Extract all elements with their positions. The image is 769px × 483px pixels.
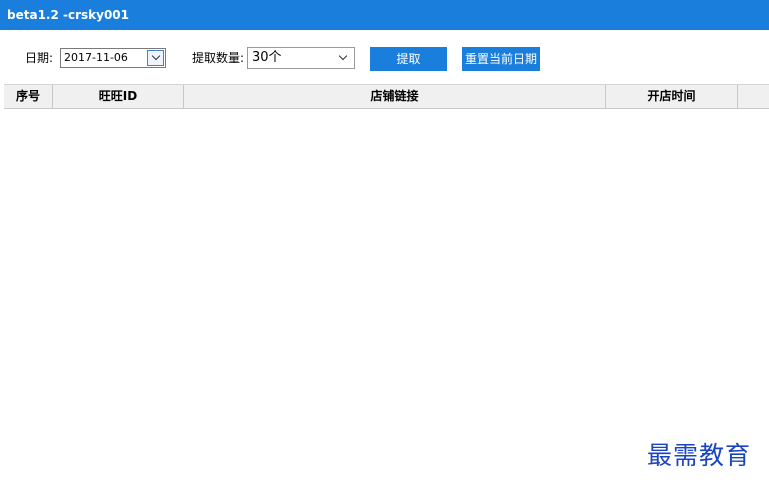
- app-window: beta1.2 -crsky001 日期: 2017-11-06 提取数量: 3…: [0, 0, 769, 483]
- column-header-open-time[interactable]: 开店时间: [606, 85, 738, 108]
- column-header-index[interactable]: 序号: [4, 85, 53, 108]
- chevron-down-icon: [151, 51, 161, 61]
- table-body: [4, 109, 769, 483]
- extract-button[interactable]: 提取: [370, 47, 447, 71]
- reset-date-button[interactable]: 重置当前日期: [462, 47, 540, 71]
- date-value[interactable]: 2017-11-06: [64, 49, 128, 67]
- date-dropdown-button[interactable]: [147, 50, 164, 66]
- window-title: beta1.2 -crsky001: [0, 0, 769, 30]
- column-header-shop-link[interactable]: 店铺链接: [184, 85, 606, 108]
- chevron-down-icon: [338, 51, 348, 61]
- column-header-filler: [738, 85, 769, 108]
- count-value: 30个: [252, 50, 282, 65]
- watermark-text: 最需教育: [647, 441, 752, 470]
- table-header: 序号 旺旺ID 店铺链接 开店时间: [4, 84, 769, 109]
- count-select[interactable]: 30个: [247, 47, 355, 69]
- column-header-wangwang-id[interactable]: 旺旺ID: [53, 85, 184, 108]
- date-label: 日期:: [25, 51, 54, 65]
- date-picker[interactable]: 2017-11-06: [60, 48, 166, 68]
- count-label: 提取数量:: [192, 51, 245, 65]
